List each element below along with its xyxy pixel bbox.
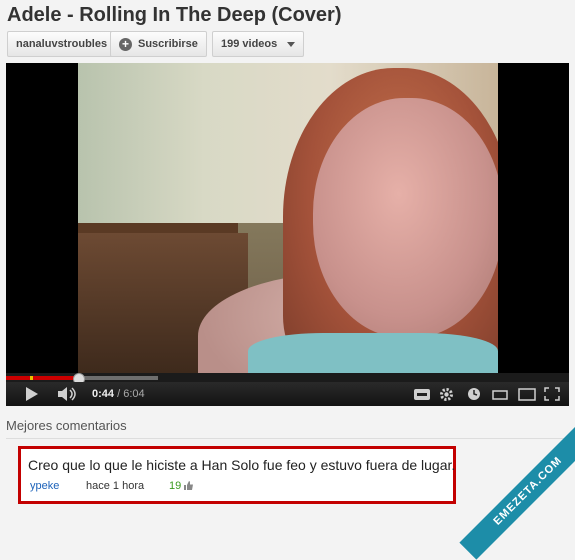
fullscreen-button[interactable] xyxy=(544,382,560,406)
video-title: Adele - Rolling In The Deep (Cover) xyxy=(7,4,342,26)
subscribe-button[interactable]: + Suscribirse xyxy=(110,31,207,57)
thumbs-up-icon[interactable] xyxy=(184,481,194,490)
plus-icon: + xyxy=(119,37,132,51)
comment-text: Creo que lo que le hiciste a Han Solo fu… xyxy=(28,457,456,473)
channel-name: nanaluvstroubles xyxy=(16,38,108,50)
progress-bar[interactable] xyxy=(6,373,569,385)
comment-likes: 19 xyxy=(169,480,194,492)
play-button[interactable] xyxy=(26,382,38,406)
settings-button[interactable] xyxy=(439,382,454,406)
watermark-ribbon: EMEZETA.COM xyxy=(459,422,575,560)
large-player-button[interactable] xyxy=(518,382,536,406)
video-frame[interactable] xyxy=(78,63,498,373)
volume-icon xyxy=(58,387,76,401)
chapter-marker xyxy=(30,376,33,380)
small-player-icon xyxy=(492,390,508,400)
watch-later-icon xyxy=(468,388,480,400)
large-player-icon xyxy=(518,387,536,401)
volume-button[interactable] xyxy=(58,382,78,406)
divider xyxy=(6,438,569,439)
time-display: 0:44 / 6:04 xyxy=(92,382,145,406)
videos-dropdown[interactable]: 199 videos xyxy=(212,31,305,57)
small-player-button[interactable] xyxy=(492,382,508,406)
played-bar xyxy=(6,376,80,380)
comment-time: hace 1 hora xyxy=(86,480,145,492)
top-comments-heading: Mejores comentarios xyxy=(6,418,127,433)
video-player[interactable]: 0:44 / 6:04 xyxy=(6,63,569,406)
like-count: 19 xyxy=(169,480,182,492)
total-time: / 6:04 xyxy=(117,388,145,400)
captions-button[interactable] xyxy=(414,382,430,406)
subscribe-label: Suscribirse xyxy=(138,38,198,50)
highlighted-comment: Creo que lo que le hiciste a Han Solo fu… xyxy=(18,446,456,504)
fullscreen-icon xyxy=(544,387,560,401)
comment-author-link[interactable]: ypeke xyxy=(30,480,59,492)
gear-icon xyxy=(440,387,453,401)
play-icon xyxy=(26,387,38,401)
watch-later-button[interactable] xyxy=(467,382,481,406)
player-controls: 0:44 / 6:04 xyxy=(6,382,569,406)
videos-count: 199 videos xyxy=(221,38,278,50)
chevron-down-icon xyxy=(287,41,296,47)
captions-icon xyxy=(414,388,430,400)
current-time: 0:44 xyxy=(92,388,115,400)
channel-name-button[interactable]: nanaluvstroubles xyxy=(7,31,117,57)
